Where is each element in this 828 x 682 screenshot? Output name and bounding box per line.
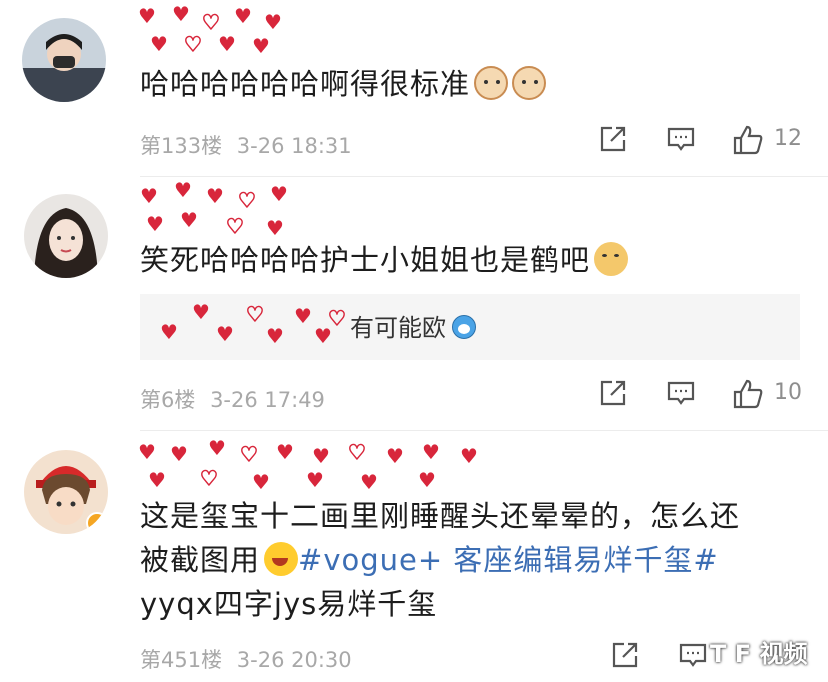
- floor-number: 第6楼: [140, 388, 196, 412]
- cat-face-emoji: [474, 66, 509, 100]
- topic-link[interactable]: #vogue+ 客座编辑易烊千玺#: [298, 543, 719, 577]
- comment-text: 哈哈哈哈哈哈啊得很标准: [140, 62, 810, 106]
- comment-text-body: 笑死哈哈哈哈护士小姐姐也是鹤吧: [140, 243, 591, 277]
- comment-meta: 第133楼 3-26 18:31: [140, 130, 352, 160]
- comment-actions: 10: [598, 378, 818, 412]
- comment-text: 笑死哈哈哈哈护士小姐姐也是鹤吧: [140, 238, 810, 282]
- timestamp: 3-26 18:31: [236, 134, 352, 158]
- doge-emoji: [594, 242, 629, 276]
- doraemon-icon: [452, 315, 476, 339]
- comment-item: ♥ ♥ ♥ ♥ ♥ ♥ ♥ ♥ ♥ 笑死哈哈哈哈护士小姐姐也是鹤吧 ♥ ♥ ♥ …: [0, 178, 828, 428]
- share-icon[interactable]: [610, 640, 640, 674]
- reply-username-hearts-sticker[interactable]: ♥ ♥ ♥ ♥ ♥ ♥ ♥ ♥: [154, 298, 347, 356]
- share-icon[interactable]: [598, 124, 628, 158]
- comment-icon[interactable]: [666, 124, 696, 158]
- comment-actions: 12: [598, 124, 818, 158]
- reply-text: 有可能欧: [350, 308, 476, 343]
- username-hearts-sticker[interactable]: ♥ ♥ ♥ ♥ ♥ ♥ ♥ ♥ ♥: [130, 4, 300, 58]
- timestamp: 3-26 17:49: [210, 388, 325, 412]
- thumbs-up-icon[interactable]: [732, 124, 764, 160]
- reply-box[interactable]: ♥ ♥ ♥ ♥ ♥ ♥ ♥ ♥ 有可能欧: [140, 294, 800, 360]
- floor-number: 第451楼: [140, 648, 223, 672]
- share-icon[interactable]: [598, 378, 628, 412]
- avatar[interactable]: [24, 450, 108, 534]
- thumbs-up-icon[interactable]: [732, 378, 764, 414]
- avatar[interactable]: [22, 18, 106, 102]
- divider: [140, 430, 828, 431]
- comment-meta: 第6楼 3-26 17:49: [140, 384, 325, 414]
- like-count: 10: [774, 380, 802, 405]
- avatar[interactable]: [24, 194, 108, 278]
- comment-icon[interactable]: [678, 640, 708, 674]
- timestamp: 3-26 20:30: [236, 648, 352, 672]
- comment-actions: [610, 640, 720, 674]
- rofl-emoji: [264, 542, 299, 576]
- comment-text: 这是玺宝十二画里刚睡醒头还晕晕的，怎么还 被截图用 #vogue+ 客座编辑易烊千…: [140, 494, 810, 626]
- username-hearts-sticker[interactable]: ♥ ♥ ♥ ♥ ♥ ♥ ♥ ♥ ♥ ♥ ♥ ♥ ♥ ♥ ♥ ♥: [130, 436, 510, 500]
- comment-item: ♥ ♥ ♥ ♥ ♥ ♥ ♥ ♥ ♥ ♥ ♥ ♥ ♥ ♥ ♥ ♥ 这是玺宝十二画里…: [0, 432, 828, 682]
- comment-text-line-2: 被截图用 #vogue+ 客座编辑易烊千玺#: [140, 538, 810, 582]
- comment-icon[interactable]: [666, 378, 696, 412]
- username-hearts-sticker[interactable]: ♥ ♥ ♥ ♥ ♥ ♥ ♥ ♥ ♥: [130, 180, 310, 244]
- watermark-logo: T F 视频: [710, 640, 808, 668]
- comment-text-line-1: 这是玺宝十二画里刚睡醒头还晕晕的，怎么还: [140, 499, 741, 533]
- floor-number: 第133楼: [140, 134, 223, 158]
- reply-text-body: 有可能欧: [350, 314, 446, 342]
- like-count: 12: [774, 126, 802, 151]
- comment-meta: 第451楼 3-26 20:30: [140, 644, 352, 674]
- comment-text-part: 被截图用: [140, 543, 261, 577]
- verified-badge-icon: [86, 512, 108, 534]
- cat-face-emoji: [512, 66, 547, 100]
- divider: [140, 176, 828, 177]
- comment-text-line-3: yyqx四字jys易烊千玺: [140, 587, 438, 621]
- comment-item: ♥ ♥ ♥ ♥ ♥ ♥ ♥ ♥ ♥ 哈哈哈哈哈哈啊得很标准 第133楼 3-26…: [0, 0, 828, 178]
- comment-text-body: 哈哈哈哈哈哈啊得很标准: [140, 67, 471, 101]
